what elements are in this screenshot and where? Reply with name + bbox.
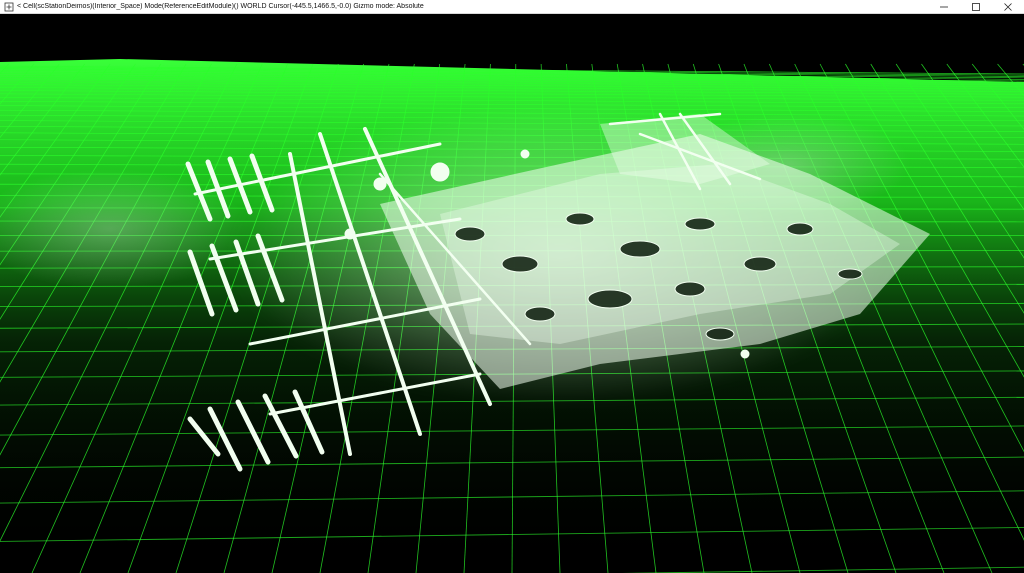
station-node [520, 149, 530, 159]
window-controls [928, 0, 1024, 14]
deck-opening [587, 289, 633, 309]
close-button[interactable] [992, 0, 1024, 14]
deck-opening [705, 327, 735, 341]
editor-window: < Cell(scStationDeimos)(Interior_Space) … [0, 0, 1024, 573]
deck-opening [524, 306, 556, 322]
station-node [373, 177, 387, 191]
maximize-button[interactable] [960, 0, 992, 14]
deck-opening [743, 256, 777, 272]
station-node [430, 162, 450, 182]
deck-opening [619, 240, 661, 258]
deck-opening [565, 212, 595, 226]
deck-opening [454, 226, 486, 242]
deck-opening [684, 217, 716, 231]
deck-opening [674, 281, 706, 297]
maximize-icon [972, 2, 980, 11]
station-node [344, 228, 356, 240]
deck-opening [837, 268, 863, 280]
scene-render[interactable] [0, 14, 1024, 573]
deck-opening [501, 255, 539, 273]
deck-opening [786, 222, 814, 236]
title-bar[interactable]: < Cell(scStationDeimos)(Interior_Space) … [0, 0, 1024, 14]
minimize-button[interactable] [928, 0, 960, 14]
station-node [740, 349, 750, 359]
close-icon [1004, 2, 1012, 11]
minimize-icon [940, 6, 948, 7]
window-title: < Cell(scStationDeimos)(Interior_Space) … [17, 3, 424, 10]
3d-viewport[interactable] [0, 14, 1024, 573]
app-icon [4, 2, 14, 11]
